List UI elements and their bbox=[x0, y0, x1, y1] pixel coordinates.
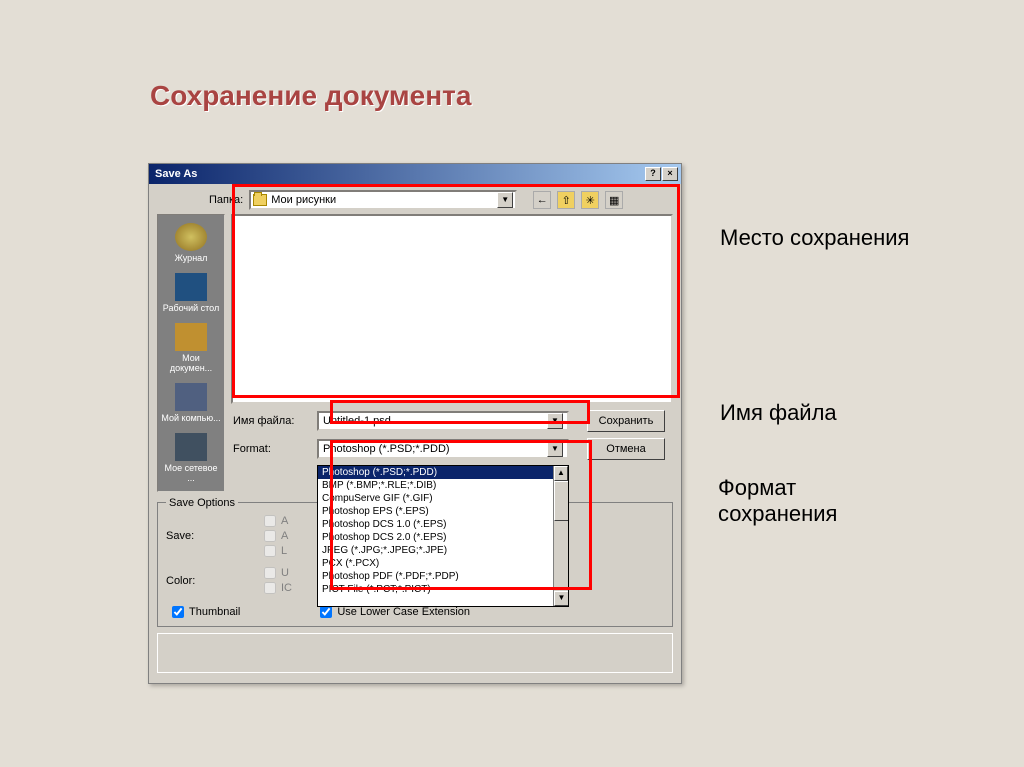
sidebar-item-desktop[interactable]: Рабочий стол bbox=[160, 269, 222, 317]
scroll-down-icon[interactable]: ▼ bbox=[554, 591, 569, 606]
format-select[interactable]: Photoshop (*.PSD;*.PDD) ▼ bbox=[317, 439, 569, 459]
sidebar-item-label: Рабочий стол bbox=[160, 303, 222, 313]
chevron-down-icon[interactable]: ▼ bbox=[497, 192, 513, 208]
checkbox-disabled: L bbox=[264, 545, 288, 557]
sidebar-item-label: Журнал bbox=[160, 253, 222, 263]
close-button[interactable]: × bbox=[662, 167, 678, 181]
format-option[interactable]: BMP (*.BMP;*.RLE;*.DIB) bbox=[318, 479, 568, 492]
checkbox-disabled: A bbox=[264, 515, 288, 527]
chevron-down-icon[interactable]: ▼ bbox=[547, 413, 563, 429]
format-option[interactable]: Photoshop DCS 2.0 (*.EPS) bbox=[318, 531, 568, 544]
annotation-format: Формат сохранения bbox=[718, 475, 918, 527]
lowercase-checkbox[interactable]: Use Lower Case Extension bbox=[320, 606, 470, 618]
history-icon bbox=[175, 223, 207, 251]
format-option[interactable]: Photoshop DCS 1.0 (*.EPS) bbox=[318, 518, 568, 531]
up-folder-icon[interactable]: ⇧ bbox=[557, 191, 575, 209]
documents-icon bbox=[175, 323, 207, 351]
thumbnail-checkbox[interactable]: Thumbnail bbox=[172, 606, 240, 618]
file-list-pane[interactable] bbox=[231, 214, 673, 404]
format-dropdown-list[interactable]: Photoshop (*.PSD;*.PDD) BMP (*.BMP;*.RLE… bbox=[317, 465, 569, 607]
chevron-down-icon[interactable]: ▼ bbox=[547, 441, 563, 457]
dialog-title: Save As bbox=[155, 168, 197, 180]
format-value: Photoshop (*.PSD;*.PDD) bbox=[323, 443, 450, 455]
format-option[interactable]: Photoshop EPS (*.EPS) bbox=[318, 505, 568, 518]
view-menu-icon[interactable]: ▦ bbox=[605, 191, 623, 209]
scroll-up-icon[interactable]: ▲ bbox=[554, 466, 568, 481]
folder-label: Папка: bbox=[209, 194, 243, 206]
network-icon bbox=[175, 433, 207, 461]
sidebar-item-label: Мои докумен... bbox=[160, 353, 222, 373]
slide-title: Сохранение документа bbox=[150, 80, 471, 112]
checkbox-disabled: A bbox=[264, 530, 288, 542]
scroll-thumb[interactable] bbox=[554, 481, 569, 521]
cancel-button[interactable]: Отмена bbox=[587, 438, 665, 460]
titlebar: Save As ? × bbox=[149, 164, 681, 184]
folder-select[interactable]: Мои рисунки ▼ bbox=[249, 190, 517, 210]
back-icon[interactable]: ← bbox=[533, 191, 551, 209]
format-option[interactable]: PICT File (*.PCT;*.PICT) bbox=[318, 583, 568, 596]
color-sublabel: Color: bbox=[166, 575, 206, 587]
sidebar-item-network[interactable]: Мое сетевое ... bbox=[160, 429, 222, 487]
new-folder-icon[interactable]: ✳ bbox=[581, 191, 599, 209]
format-option[interactable]: CompuServe GIF (*.GIF) bbox=[318, 492, 568, 505]
checkbox-label: Thumbnail bbox=[189, 606, 240, 618]
annotation-filename: Имя файла bbox=[720, 400, 837, 426]
checkbox-disabled: U bbox=[264, 567, 292, 579]
save-button[interactable]: Сохранить bbox=[587, 410, 665, 432]
checkbox-disabled: IC bbox=[264, 582, 292, 594]
places-sidebar: Журнал Рабочий стол Мои докумен... Мой к… bbox=[157, 214, 225, 492]
annotation-location: Место сохранения bbox=[720, 225, 920, 251]
filename-label: Имя файла: bbox=[231, 415, 317, 427]
folder-value: Мои рисунки bbox=[271, 194, 336, 206]
save-sublabel: Save: bbox=[166, 530, 206, 542]
scrollbar[interactable]: ▲ ▼ bbox=[553, 466, 568, 606]
computer-icon bbox=[175, 383, 207, 411]
info-group bbox=[157, 633, 673, 673]
format-option[interactable]: PCX (*.PCX) bbox=[318, 557, 568, 570]
format-option[interactable]: JPEG (*.JPG;*.JPEG;*.JPE) bbox=[318, 544, 568, 557]
format-label: Format: bbox=[231, 443, 317, 455]
help-button[interactable]: ? bbox=[645, 167, 661, 181]
filename-value: Untitled-1.psd bbox=[323, 415, 391, 427]
sidebar-item-computer[interactable]: Мой компью... bbox=[160, 379, 222, 427]
sidebar-item-label: Мое сетевое ... bbox=[160, 463, 222, 483]
desktop-icon bbox=[175, 273, 207, 301]
format-option[interactable]: Photoshop PDF (*.PDF;*.PDP) bbox=[318, 570, 568, 583]
save-options-legend: Save Options bbox=[166, 497, 238, 509]
save-as-dialog: Save As ? × Папка: Мои рисунки ▼ ← ⇧ ✳ ▦ bbox=[148, 163, 682, 684]
sidebar-item-label: Мой компью... bbox=[160, 413, 222, 423]
sidebar-item-documents[interactable]: Мои докумен... bbox=[160, 319, 222, 377]
filename-input[interactable]: Untitled-1.psd ▼ bbox=[317, 411, 569, 431]
checkbox-label: Use Lower Case Extension bbox=[337, 606, 470, 618]
folder-icon bbox=[253, 194, 267, 206]
format-option[interactable]: Photoshop (*.PSD;*.PDD) bbox=[318, 466, 568, 479]
sidebar-item-history[interactable]: Журнал bbox=[160, 219, 222, 267]
